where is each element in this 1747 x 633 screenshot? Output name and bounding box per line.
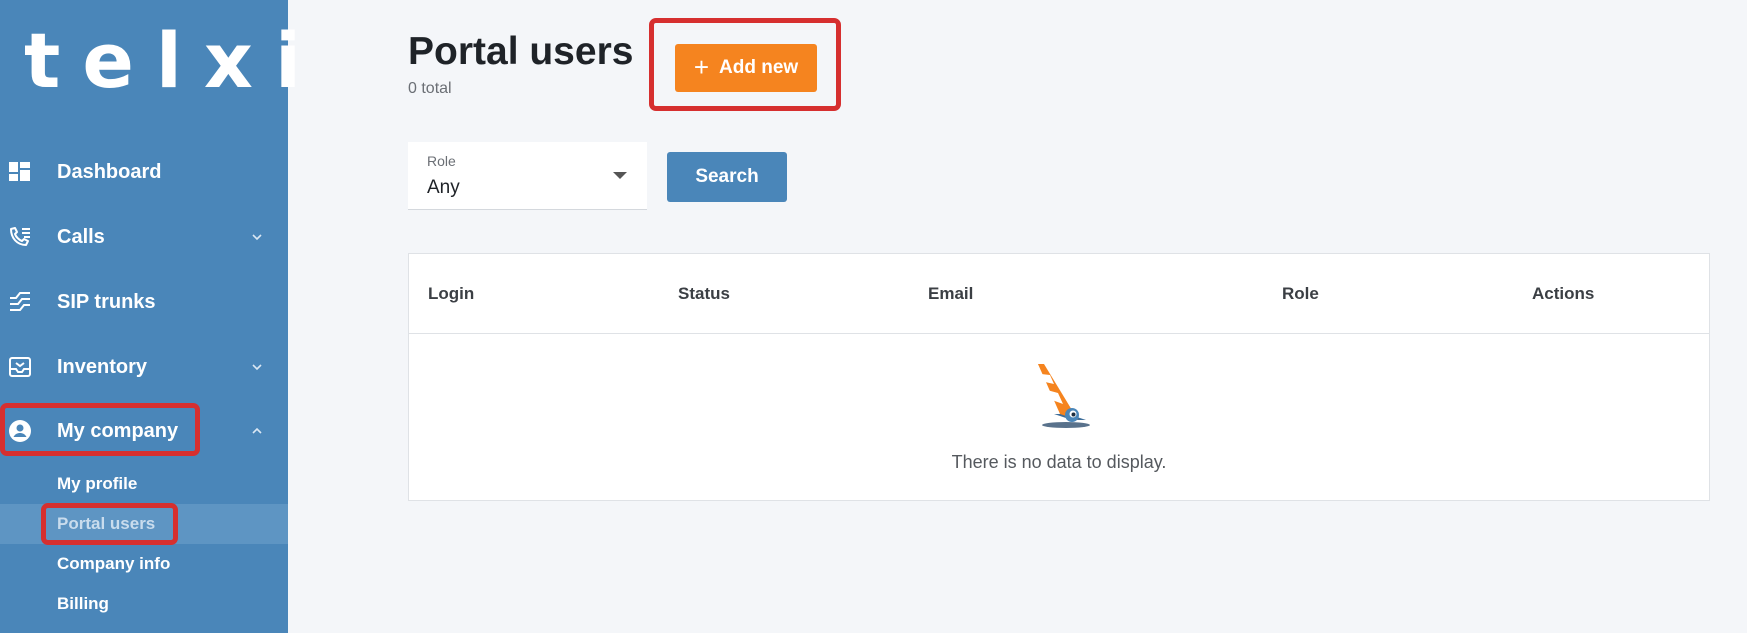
sidebar-item-label: Inventory [57,355,148,378]
telxi-logo[interactable]: telxi [24,16,323,105]
sidebar-subitem-portal-users[interactable]: Portal users [0,504,288,544]
sidebar-subitem-label: Portal users [57,514,156,533]
dashboard-icon [8,160,32,184]
sidebar-item-my-company[interactable]: My company [0,406,288,456]
sidebar-subitem-label: Billing [57,594,109,613]
table-header: Login Status Email Role Actions [409,254,1709,334]
sidebar-item-sip-trunks[interactable]: SIP trunks [0,277,288,327]
account-circle-icon [8,419,32,443]
add-new-button[interactable]: + Add new [675,44,817,92]
logo-text: telxi [24,16,323,105]
chevron-down-icon [250,230,264,244]
sidebar-subitem-label: My profile [57,474,138,493]
column-header-status[interactable]: Status [678,284,730,304]
role-select-value: Any [427,177,460,198]
column-header-login[interactable]: Login [428,284,474,304]
portal-users-table: Login Status Email Role Actions There is… [408,253,1710,501]
sidebar-item-label: SIP trunks [57,290,156,313]
search-button[interactable]: Search [667,152,787,202]
inbox-icon [8,355,32,379]
column-header-actions: Actions [1532,284,1595,303]
sidebar-item-label: Calls [57,225,105,248]
chevron-up-icon [250,424,264,438]
sidebar-subitem-company-info[interactable]: Company info [0,544,288,584]
add-new-label: Add new [719,57,799,78]
page-title: Portal users [408,30,634,73]
column-header-email[interactable]: Email [928,284,973,304]
empty-state-message: There is no data to display. [951,452,1167,472]
dropdown-arrow-icon [613,172,627,179]
sidebar-item-dashboard[interactable]: Dashboard [0,147,288,197]
column-header-role[interactable]: Role [1282,284,1319,304]
sidebar-subitem-billing[interactable]: Billing [0,584,288,624]
sip-trunks-icon [8,290,32,314]
role-select[interactable]: Role Any [408,142,647,210]
phone-icon [8,225,32,249]
role-select-label: Role [427,153,456,169]
sidebar: telxi Dashboard Calls SIP trunks Invento… [0,0,323,633]
sidebar-item-label: Dashboard [57,160,162,183]
traffic-cone-icon [1026,362,1098,434]
chevron-down-icon [250,360,264,374]
sidebar-item-label: My company [57,419,179,442]
sidebar-item-calls[interactable]: Calls [0,212,288,262]
total-count: 0 total [408,80,452,97]
sidebar-subitem-label: Company info [57,554,171,573]
sidebar-item-inventory[interactable]: Inventory [0,342,288,392]
sidebar-subitem-my-profile[interactable]: My profile [0,464,288,504]
plus-icon: + [693,51,709,82]
